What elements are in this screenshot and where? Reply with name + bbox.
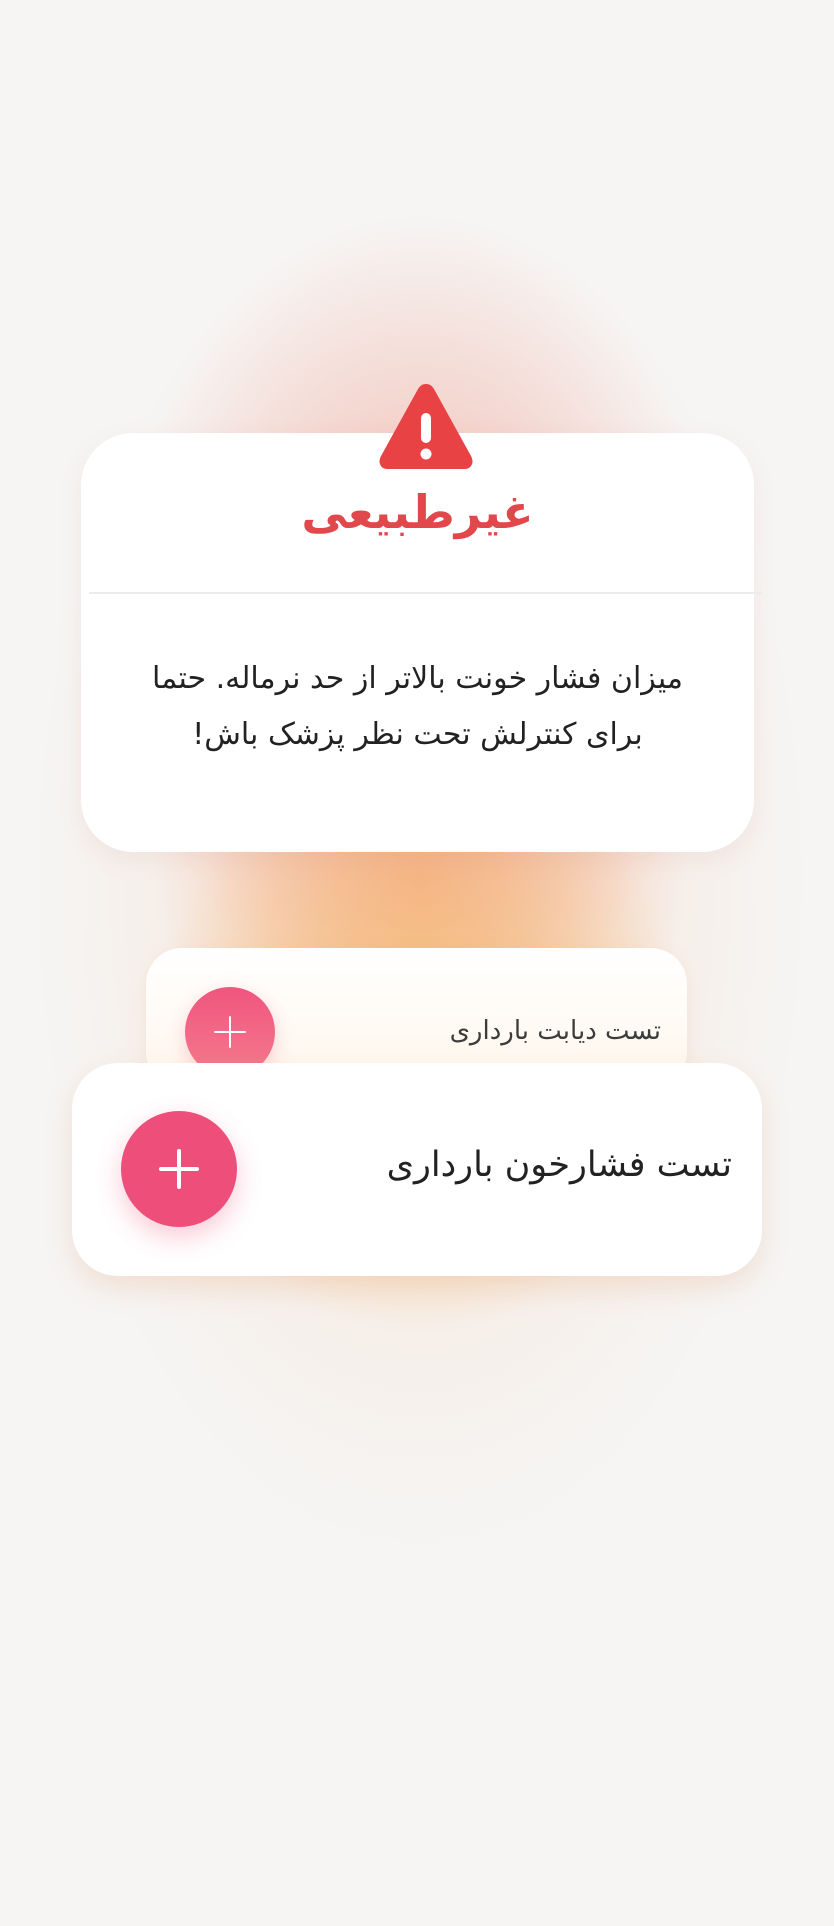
alert-card: غیرطبیعی میزان فشار خونت بالاتر از حد نر… — [81, 433, 762, 852]
add-test-button[interactable] — [121, 1111, 237, 1227]
test-card-pregnancy-blood-pressure[interactable]: تست فشارخون بارداری — [72, 1063, 762, 1276]
test-card-label: تست دیابت بارداری — [449, 1016, 661, 1046]
alert-divider — [89, 592, 762, 594]
test-card-label: تست فشارخون بارداری — [386, 1145, 732, 1185]
plus-icon — [214, 1016, 246, 1048]
warning-icon — [379, 384, 473, 469]
plus-icon — [159, 1149, 199, 1189]
alert-message: میزان فشار خونت بالاتر از حد نرماله. حتم… — [152, 661, 683, 752]
alert-title: غیرطبیعی — [301, 485, 534, 539]
